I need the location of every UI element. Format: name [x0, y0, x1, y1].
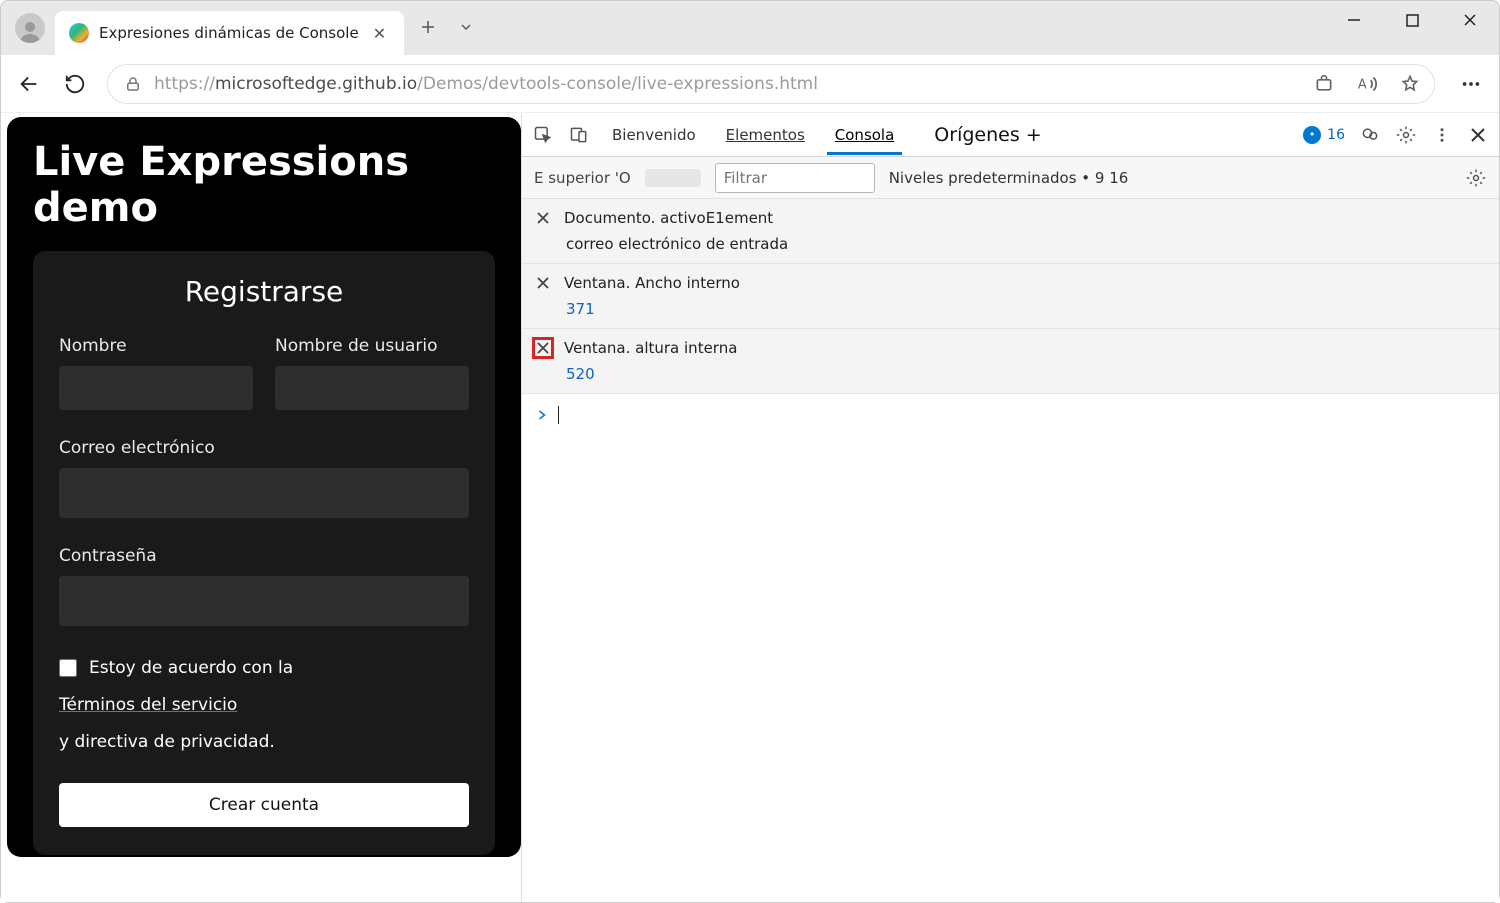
agree-suffix: y directiva de privacidad. — [59, 728, 469, 757]
site-info-lock-icon[interactable] — [124, 75, 142, 93]
live-expression-value: correo electrónico de entrada — [566, 235, 1489, 253]
terms-link[interactable]: Términos del servicio — [59, 691, 237, 720]
console-settings-gear-icon[interactable] — [1465, 167, 1487, 189]
execution-context[interactable]: E superior 'O — [534, 169, 631, 187]
live-expression-text[interactable]: Ventana. altura interna — [564, 339, 737, 357]
profile-avatar[interactable] — [15, 13, 45, 43]
url-text: https://microsoftedge.github.io/Demos/de… — [154, 74, 1302, 94]
shopping-icon[interactable] — [1314, 74, 1334, 94]
remove-live-expression-icon[interactable] — [532, 337, 554, 359]
live-expression-value: 371 — [566, 300, 1489, 318]
tab-elements[interactable]: Elementos — [718, 116, 813, 154]
signup-card: Registrarse Nombre Nombre de usuario Cor… — [33, 251, 495, 855]
tab-title: Expresiones dinámicas de Console — [99, 24, 359, 42]
settings-more-icon[interactable] — [1457, 70, 1485, 98]
address-bar: https://microsoftedge.github.io/Demos/de… — [1, 55, 1499, 113]
username-label: Nombre de usuario — [275, 336, 469, 356]
remove-live-expression-icon[interactable] — [532, 272, 554, 294]
name-input[interactable] — [59, 366, 253, 410]
name-label: Nombre — [59, 336, 253, 356]
feedback-icon[interactable] — [1359, 124, 1381, 146]
tab-welcome[interactable]: Bienvenido — [604, 116, 704, 154]
inspect-element-icon[interactable] — [532, 124, 554, 146]
minimize-button[interactable] — [1325, 1, 1383, 39]
console-prompt[interactable] — [522, 394, 1499, 436]
window-controls — [1325, 1, 1499, 39]
devtools-close-icon[interactable] — [1467, 124, 1489, 146]
edge-favicon-icon — [69, 23, 89, 43]
live-expression-item: Documento. activoE1ement correo electróni… — [522, 199, 1499, 264]
password-label: Contraseña — [59, 546, 469, 566]
message-count-badge[interactable]: • 16 — [1303, 126, 1345, 144]
device-emulation-icon[interactable] — [568, 124, 590, 146]
context-extra — [645, 169, 701, 187]
browser-tab[interactable]: Expresiones dinámicas de Console ✕ — [55, 11, 404, 55]
close-window-button[interactable] — [1441, 1, 1499, 39]
read-aloud-icon[interactable]: A — [1356, 73, 1378, 95]
message-dot-icon: • — [1303, 126, 1321, 144]
svg-text:A: A — [1358, 77, 1367, 92]
devtools-tabbar: Bienvenido Elementos Consola Orígenes + … — [522, 113, 1499, 157]
browser-window: Expresiones dinámicas de Console ✕ — [0, 0, 1500, 903]
password-input[interactable] — [59, 576, 469, 626]
devtools-panel: Bienvenido Elementos Consola Orígenes + … — [521, 113, 1499, 902]
back-button[interactable] — [15, 70, 43, 98]
live-expressions-list: Documento. activoE1ement correo electróni… — [522, 199, 1499, 394]
favorite-star-icon[interactable] — [1400, 74, 1420, 94]
agree-row: Estoy de acuerdo con la Términos del ser… — [59, 654, 469, 757]
live-expression-text[interactable]: Documento. activoE1ement — [564, 209, 773, 227]
maximize-button[interactable] — [1383, 1, 1441, 39]
devtools-settings-gear-icon[interactable] — [1395, 124, 1417, 146]
console-toolbar: E superior 'O Niveles predeterminados • … — [522, 157, 1499, 199]
live-expression-text[interactable]: Ventana. Ancho interno — [564, 274, 740, 292]
remove-live-expression-icon[interactable] — [532, 207, 554, 229]
username-input[interactable] — [275, 366, 469, 410]
live-expression-value: 520 — [566, 365, 1489, 383]
prompt-chevron-icon — [536, 408, 548, 422]
refresh-button[interactable] — [61, 70, 89, 98]
live-expression-item: Ventana. altura interna 520 — [522, 329, 1499, 394]
page-title: Live Expressions demo — [33, 139, 495, 231]
new-tab-button[interactable] — [416, 15, 440, 39]
agree-prefix: Estoy de acuerdo con la — [89, 654, 293, 683]
email-input[interactable] — [59, 468, 469, 518]
page-viewport: Live Expressions demo Registrarse Nombre… — [7, 117, 521, 857]
log-levels[interactable]: Niveles predeterminados • 9 16 — [889, 169, 1129, 187]
live-expression-item: Ventana. Ancho interno 371 — [522, 264, 1499, 329]
create-account-button[interactable]: Crear cuenta — [59, 783, 469, 827]
tab-sources[interactable]: Orígenes + — [934, 124, 1041, 146]
email-label: Correo electrónico — [59, 438, 469, 458]
tab-close-icon[interactable]: ✕ — [369, 24, 390, 43]
card-title: Registrarse — [59, 275, 469, 308]
devtools-more-icon[interactable] — [1431, 124, 1453, 146]
url-field[interactable]: https://microsoftedge.github.io/Demos/de… — [107, 64, 1435, 104]
tab-console[interactable]: Consola — [827, 116, 903, 154]
prompt-cursor — [558, 406, 559, 424]
console-filter-input[interactable] — [715, 163, 875, 193]
titlebar: Expresiones dinámicas de Console ✕ — [1, 1, 1499, 55]
tab-actions-chevron-icon[interactable] — [454, 15, 478, 39]
agree-checkbox[interactable] — [59, 659, 77, 677]
